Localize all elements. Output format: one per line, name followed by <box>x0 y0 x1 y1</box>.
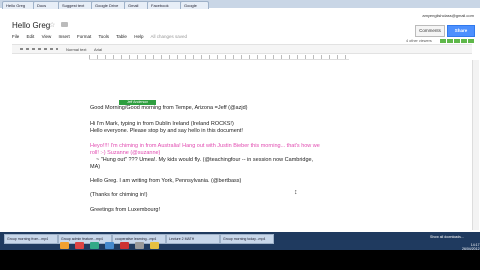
doc-line[interactable]: Heyo!!!! I'm chiming in from Australia! … <box>90 143 320 149</box>
scrollbar[interactable] <box>472 60 479 230</box>
browser-icon[interactable] <box>90 242 99 249</box>
app-icon[interactable] <box>150 242 159 249</box>
browser-tab[interactable]: Gmail <box>124 1 149 9</box>
font-select[interactable]: Arial <box>94 47 102 52</box>
pinned-apps <box>60 242 159 249</box>
folder-icon[interactable] <box>61 22 68 27</box>
star-icon[interactable]: ☆ <box>49 21 55 29</box>
browser-tab[interactable]: Hello Greg <box>2 1 35 9</box>
share-button[interactable]: Share <box>447 25 475 37</box>
browser-tab-strip: Hello Greg Docs Suggest text Google Driv… <box>0 0 480 9</box>
doc-line[interactable]: MA) <box>90 164 100 170</box>
doc-line[interactable]: Hello everyone. Please stop by and say h… <box>90 128 243 134</box>
screen: Hello Greg Docs Suggest text Google Driv… <box>0 0 480 270</box>
toolbar-icons[interactable] <box>20 48 58 50</box>
browser-tab[interactable]: Suggest text <box>58 1 93 9</box>
menu-table[interactable]: Table <box>116 34 127 39</box>
paragraph-style-select[interactable]: Normal text <box>66 47 86 52</box>
doc-line[interactable]: roll! :-) Suzanne (@suzanne) <box>90 150 160 156</box>
menu-insert[interactable]: Insert <box>59 34 70 39</box>
menu-view[interactable]: View <box>42 34 52 39</box>
comments-button[interactable]: Comments <box>415 25 445 37</box>
doc-line[interactable]: ~ "Hung out" ??? Umea!. My kids would fl… <box>96 157 313 163</box>
doc-line[interactable]: Hello Greg. I am writing from York, Penn… <box>90 178 241 184</box>
browser-tab[interactable]: Facebook <box>147 1 182 9</box>
menu-bar: File Edit View Insert Format Tools Table… <box>12 34 193 39</box>
viewers-count: 4 other viewers <box>406 39 432 43</box>
doc-line[interactable]: Good Morning/Good morning from Tempe, Ar… <box>90 105 247 111</box>
menu-format[interactable]: Format <box>77 34 91 39</box>
downloads-link[interactable]: Show all downloads... <box>430 235 464 239</box>
browser-tab[interactable]: Google Drive <box>91 1 126 9</box>
formatting-toolbar: Normal text Arial <box>12 44 472 54</box>
pdf-icon[interactable] <box>120 242 129 249</box>
app-icon[interactable] <box>135 242 144 249</box>
menu-edit[interactable]: Edit <box>27 34 35 39</box>
text-cursor-icon: ↕ <box>294 189 298 196</box>
doc-line[interactable]: Greetings from Luxembourg! <box>90 207 160 213</box>
task-item[interactable]: Group morning from...mp4 <box>4 234 58 244</box>
letterbox <box>0 250 480 270</box>
task-item[interactable]: Group morning today...mp4 <box>220 234 274 244</box>
menu-help[interactable]: Help <box>134 34 143 39</box>
doc-line[interactable]: (Thanks for chiming in!) <box>90 192 147 198</box>
save-status: All changes saved <box>150 34 188 39</box>
folder-icon[interactable] <box>60 242 69 249</box>
menu-tools[interactable]: Tools <box>98 34 109 39</box>
menu-file[interactable]: File <box>12 34 19 39</box>
document-title[interactable]: Hello Greg <box>12 21 50 30</box>
task-item[interactable]: Lecture 2 MATH <box>166 234 220 244</box>
browser-tab[interactable]: Google <box>180 1 209 9</box>
media-icon[interactable] <box>75 242 84 249</box>
doc-line[interactable]: Hi I'm Mark, typing in from Dublin Irela… <box>90 121 234 127</box>
browser-tab[interactable]: Docs <box>33 1 60 9</box>
viewer-avatars[interactable] <box>440 39 474 43</box>
account-email[interactable]: amyenglishclass@gmail.com <box>422 13 474 18</box>
word-icon[interactable] <box>105 242 114 249</box>
